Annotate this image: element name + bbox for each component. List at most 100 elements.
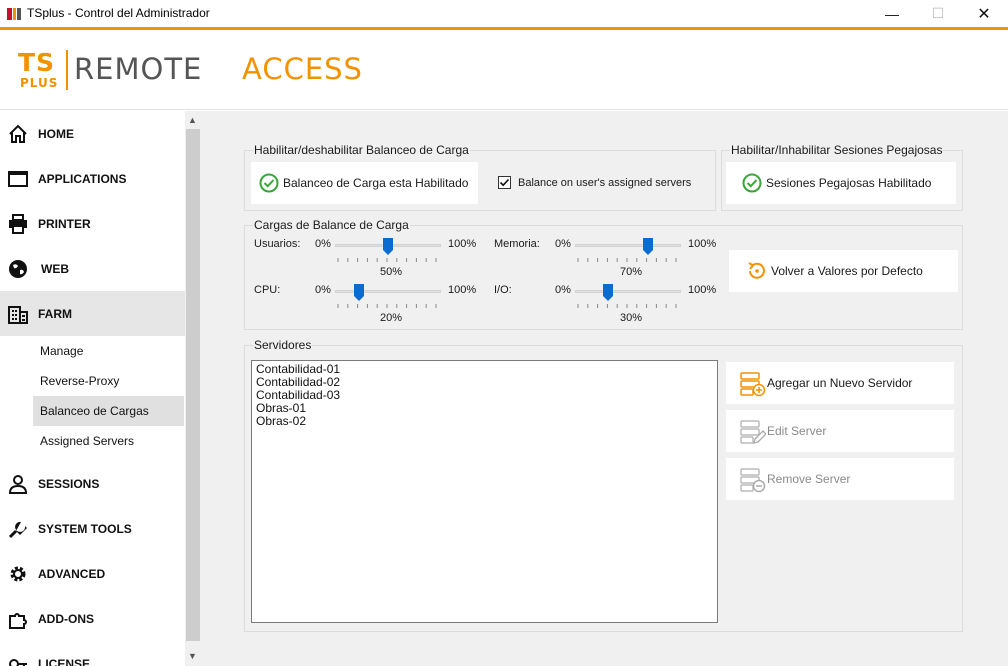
sidebar-item-license[interactable]: LICENSE (0, 641, 185, 666)
slider-min-label: 0% (315, 284, 331, 296)
slider-value-label: 20% (379, 312, 403, 324)
user-icon (8, 474, 28, 494)
gear-icon (10, 566, 26, 581)
sidebar-item-farm[interactable]: FARM (0, 291, 185, 336)
logo-access: ACCESS (242, 52, 363, 86)
slider-max-label: 100% (688, 238, 717, 250)
sidebar-item-label: PRINTER (38, 216, 91, 231)
slider-ticks (337, 258, 437, 262)
minimize-button[interactable]: — (869, 0, 915, 27)
slider-label: Usuarios: (254, 238, 301, 250)
logo-ts: TS (18, 48, 56, 77)
sidebar-scrollbar[interactable]: ▲ ▼ (185, 111, 201, 666)
slider-value-label: 30% (619, 312, 643, 324)
slider-label: Memoria: (494, 238, 540, 250)
sidebar-item-advanced[interactable]: ADVANCED (0, 551, 185, 596)
check-circle-icon (742, 173, 762, 193)
sidebar-item-applications[interactable]: APPLICATIONS (0, 156, 185, 201)
printer-icon (9, 213, 27, 234)
sticky-sessions-group: Habilitar/Inhabilitar Sesiones Pegajosas… (721, 143, 963, 211)
brand-header: TS PLUS REMOTE ACCESS (0, 30, 1008, 110)
sidebar-item-label: SYSTEM TOOLS (38, 521, 132, 536)
slider-thumb[interactable] (383, 238, 393, 256)
sidebar-item-label: SESSIONS (38, 476, 100, 491)
key-icon (9, 658, 27, 666)
slider-thumb[interactable] (353, 284, 364, 302)
sticky-sessions-toggle[interactable]: Sesiones Pegajosas Habilitado (726, 162, 956, 204)
sidebar-item-label: ADD-ONS (38, 611, 94, 626)
tsplus-app-icon (7, 8, 21, 20)
load-balancing-toggle[interactable]: Balanceo de Carga esta Habilitado (251, 162, 478, 204)
reset-defaults-label: Volver a Valores por Defecto (771, 264, 923, 278)
slider-ticks (337, 304, 437, 308)
assigned-servers-checkbox[interactable]: Balance on user's assigned servers (498, 176, 691, 189)
list-item[interactable]: Obras-01 (252, 402, 717, 415)
sidebar-item-printer[interactable]: PRINTER (0, 201, 185, 246)
slider-max-label: 100% (448, 238, 477, 250)
sidebar-item-sessions[interactable]: SESSIONS (0, 461, 185, 506)
group-title: Servidores (253, 338, 313, 352)
sidebar: HOME APPLICATIONS PRINTER WEB FARM Manag… (0, 111, 185, 666)
slider-value-label: 50% (379, 266, 403, 278)
title-bar: TSplus - Control del Administrador — ☐ ✕ (0, 0, 1008, 27)
slider-min-label: 0% (555, 238, 571, 250)
sidebar-item-label: HOME (38, 126, 74, 141)
logo-remote: REMOTE (74, 52, 203, 86)
scrollbar-thumb[interactable] (186, 129, 200, 641)
slider-thumb[interactable] (603, 284, 614, 302)
home-icon (9, 124, 27, 143)
globe-icon (9, 259, 27, 278)
sidebar-subitem-reverse-proxy[interactable]: Reverse-Proxy (33, 366, 184, 396)
load-balancing-status: Balanceo de Carga esta Habilitado (283, 176, 469, 190)
server-edit-icon (740, 420, 766, 444)
check-circle-icon (259, 173, 279, 193)
edit-server-button[interactable]: Edit Server (726, 410, 954, 452)
reset-defaults-button[interactable]: Volver a Valores por Defecto (729, 250, 958, 292)
main-content: Habilitar/deshabilitar Balanceo de Carga… (201, 111, 1008, 666)
building-icon (8, 305, 28, 324)
sidebar-subitem-manage[interactable]: Manage (33, 336, 184, 366)
sidebar-item-add-ons[interactable]: ADD-ONS (0, 596, 185, 641)
close-button[interactable]: ✕ (961, 0, 1007, 27)
slider-value-label: 70% (619, 266, 643, 278)
sidebar-item-label: ADVANCED (38, 566, 106, 581)
load-balancing-group: Habilitar/deshabilitar Balanceo de Carga… (244, 143, 716, 211)
slider-label: I/O: (494, 284, 512, 296)
scroll-up-arrow-icon[interactable]: ▲ (188, 115, 197, 125)
loads-group: Cargas de Balance de Carga Usuarios: 0% 10… (244, 218, 963, 330)
remove-server-label: Remove Server (767, 472, 851, 486)
sidebar-subitem-balanceo-de-cargas[interactable]: Balanceo de Cargas (33, 396, 184, 426)
slider-track[interactable] (575, 244, 681, 247)
assigned-servers-label: Balance on user's assigned servers (518, 176, 692, 189)
server-list[interactable]: Contabilidad-01 Contabilidad-02 Contabil… (251, 360, 718, 623)
sticky-sessions-status: Sesiones Pegajosas Habilitado (766, 176, 932, 190)
edit-server-label: Edit Server (767, 424, 827, 438)
group-title: Cargas de Balance de Carga (253, 218, 410, 232)
server-add-icon (740, 372, 766, 397)
remove-server-button[interactable]: Remove Server (726, 458, 954, 500)
group-title: Habilitar/deshabilitar Balanceo de Carga (253, 143, 470, 157)
slider-label: CPU: (254, 284, 281, 296)
reset-arrow-icon (748, 262, 765, 279)
sidebar-item-web[interactable]: WEB (0, 246, 185, 291)
slider-track[interactable] (335, 290, 441, 293)
list-item[interactable]: Obras-02 (252, 415, 717, 428)
list-item[interactable]: Contabilidad-03 (252, 389, 717, 402)
sidebar-subitem-assigned-servers[interactable]: Assigned Servers (33, 426, 184, 456)
scroll-down-arrow-icon[interactable]: ▼ (188, 651, 197, 661)
slider-max-label: 100% (448, 284, 477, 296)
sidebar-item-home[interactable]: HOME (0, 111, 185, 156)
server-remove-icon (740, 468, 766, 493)
checkbox-checked-icon[interactable] (498, 176, 511, 189)
window-title: TSplus - Control del Administrador (27, 6, 210, 20)
slider-thumb[interactable] (642, 238, 653, 256)
sidebar-item-label: WEB (41, 261, 69, 276)
slider-track[interactable] (575, 290, 681, 293)
logo-separator (66, 50, 68, 90)
sidebar-item-system-tools[interactable]: SYSTEM TOOLS (0, 506, 185, 551)
add-server-button[interactable]: Agregar un Nuevo Servidor (726, 362, 954, 404)
wrench-icon (8, 521, 27, 538)
maximize-button[interactable]: ☐ (915, 0, 961, 27)
puzzle-icon (9, 612, 27, 629)
slider-ticks (577, 304, 677, 308)
